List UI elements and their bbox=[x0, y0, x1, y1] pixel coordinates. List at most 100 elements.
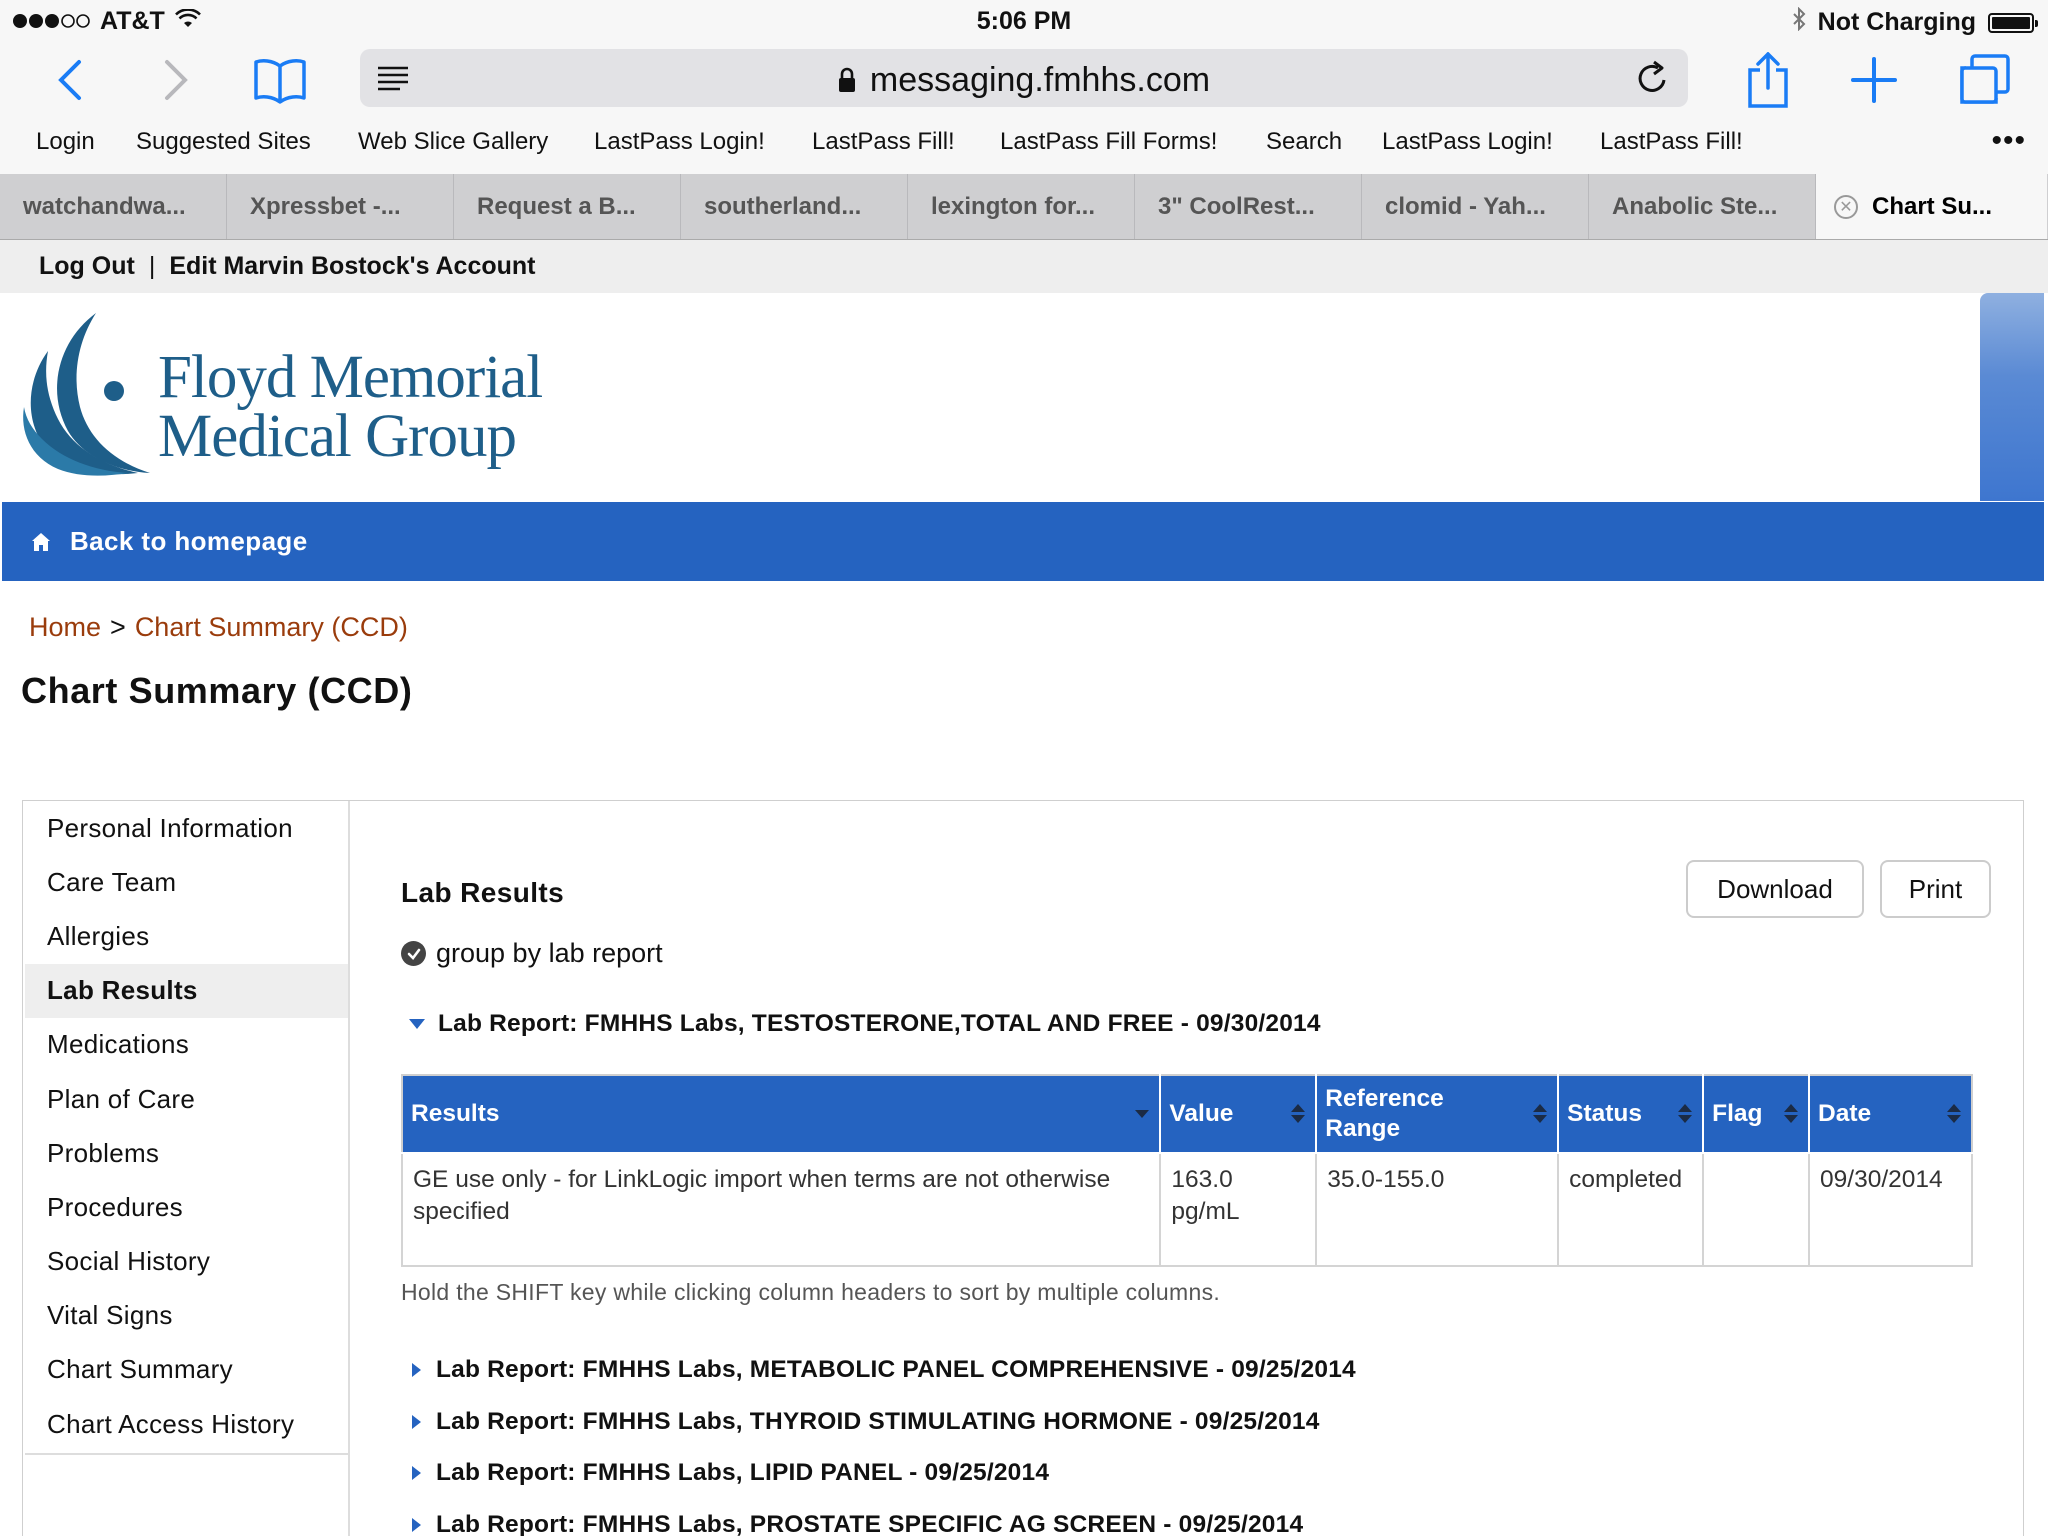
tab-label: 3" CoolRest... bbox=[1158, 192, 1315, 220]
logo-line-1: Floyd Memorial bbox=[158, 344, 543, 411]
back-home-bar[interactable]: Back to homepage bbox=[2, 502, 2044, 581]
collapsed-triangle-icon bbox=[412, 1466, 421, 1480]
tab-label: clomid - Yah... bbox=[1385, 192, 1546, 220]
logo-swoosh-icon[interactable] bbox=[18, 311, 160, 482]
sidebar-item-problems[interactable]: Problems bbox=[25, 1126, 348, 1180]
bookmark-item[interactable]: Suggested Sites bbox=[136, 128, 311, 156]
column-header-label: Reference Range bbox=[1325, 1085, 1444, 1142]
sidebar-item-chart-access-history[interactable]: Chart Access History bbox=[25, 1397, 348, 1451]
status-bar: AT&T 5:06 PM Not Charging bbox=[0, 0, 2048, 42]
tabs-overview-icon[interactable] bbox=[1954, 50, 2014, 110]
download-button[interactable]: Download bbox=[1686, 860, 1864, 918]
lab-results-table: Results Value Reference Range Status Fla… bbox=[400, 1074, 1973, 1267]
bookmark-item[interactable]: LastPass Fill! bbox=[1600, 128, 1743, 156]
sidebar-item-procedures[interactable]: Procedures bbox=[25, 1180, 348, 1234]
sidebar-item-allergies[interactable]: Allergies bbox=[25, 909, 348, 963]
bookmark-item[interactable]: LastPass Login! bbox=[1382, 128, 1553, 156]
column-header-reference-range[interactable]: Reference Range bbox=[1315, 1074, 1560, 1154]
logo-wordmark[interactable]: Floyd Memorial Medical Group bbox=[158, 344, 543, 470]
lab-report-toggle-collapsed[interactable]: Lab Report: FMHHS Labs, LIPID PANEL - 09… bbox=[409, 1459, 1049, 1487]
lab-report-toggle-collapsed[interactable]: Lab Report: FMHHS Labs, PROSTATE SPECIFI… bbox=[409, 1511, 1303, 1536]
group-by-lab-report-checkbox[interactable]: group by lab report bbox=[401, 938, 663, 969]
clock: 5:06 PM bbox=[976, 7, 1072, 35]
browser-tab[interactable]: Request a B... bbox=[454, 174, 681, 239]
address-bar[interactable]: messaging.fmhhs.com bbox=[360, 49, 1688, 107]
lab-report-toggle-expanded[interactable]: Lab Report: FMHHS Labs, TESTOSTERONE,TOT… bbox=[409, 1010, 1321, 1038]
sidebar-item-medications[interactable]: Medications bbox=[25, 1018, 348, 1072]
lab-report-title: Lab Report: FMHHS Labs, TESTOSTERONE,TOT… bbox=[438, 1010, 1321, 1037]
bookmark-item[interactable]: LastPass Fill Forms! bbox=[1000, 128, 1217, 156]
sort-icon bbox=[1533, 1104, 1548, 1123]
cell-reference-range: 35.0-155.0 bbox=[1315, 1152, 1560, 1267]
sidebar-item-plan-of-care[interactable]: Plan of Care bbox=[25, 1072, 348, 1126]
lab-report-toggle-collapsed[interactable]: Lab Report: FMHHS Labs, METABOLIC PANEL … bbox=[409, 1356, 1356, 1384]
table-row: GE use only - for LinkLogic import when … bbox=[400, 1152, 1973, 1267]
sidebar-item-lab-results[interactable]: Lab Results bbox=[25, 963, 348, 1018]
more-bookmarks-icon[interactable]: ••• bbox=[1991, 124, 2026, 158]
new-tab-plus-icon[interactable] bbox=[1844, 50, 1904, 110]
tab-label: watchandwa... bbox=[23, 192, 186, 220]
column-header-date[interactable]: Date bbox=[1808, 1074, 1973, 1154]
browser-tab[interactable]: 3" CoolRest... bbox=[1135, 174, 1362, 239]
lab-report-title: Lab Report: FMHHS Labs, PROSTATE SPECIFI… bbox=[436, 1511, 1304, 1536]
sidebar-item-social-history[interactable]: Social History bbox=[25, 1235, 348, 1289]
sidebar-item-vital-signs[interactable]: Vital Signs bbox=[25, 1289, 348, 1343]
breadcrumb-home-link[interactable]: Home bbox=[29, 612, 101, 642]
bookmark-item[interactable]: LastPass Login! bbox=[594, 128, 765, 156]
sidebar-item-personal-information[interactable]: Personal Information bbox=[25, 801, 348, 855]
bookmarks-book-icon[interactable] bbox=[250, 50, 310, 110]
close-tab-icon[interactable]: ✕ bbox=[1834, 194, 1858, 219]
back-arrow-icon[interactable] bbox=[40, 50, 100, 110]
url-text: messaging.fmhhs.com bbox=[869, 61, 1211, 99]
browser-tab[interactable]: watchandwa... bbox=[0, 174, 227, 239]
sort-hint: Hold the SHIFT key while clicking column… bbox=[401, 1279, 1221, 1305]
sidebar-divider bbox=[348, 1455, 350, 1536]
sort-icon bbox=[1784, 1104, 1799, 1123]
reload-icon[interactable] bbox=[1636, 60, 1670, 101]
bookmark-item[interactable]: Search bbox=[1266, 128, 1342, 156]
bookmark-item[interactable]: Login bbox=[36, 128, 95, 156]
table-header-row: Results Value Reference Range Status Fla… bbox=[400, 1074, 1973, 1154]
column-header-label: Flag bbox=[1712, 1100, 1763, 1127]
browser-tab[interactable]: Anabolic Ste... bbox=[1589, 174, 1816, 239]
cell-result: GE use only - for LinkLogic import when … bbox=[400, 1152, 1162, 1267]
sort-icon bbox=[1678, 1104, 1693, 1123]
share-icon[interactable] bbox=[1738, 50, 1798, 110]
logo-line-2: Medical Group bbox=[158, 403, 517, 470]
column-header-results[interactable]: Results bbox=[400, 1074, 1162, 1154]
column-header-flag[interactable]: Flag bbox=[1702, 1074, 1811, 1154]
logout-link[interactable]: Log Out bbox=[39, 252, 135, 281]
sort-icon bbox=[1291, 1104, 1306, 1123]
browser-tab[interactable]: clomid - Yah... bbox=[1362, 174, 1589, 239]
browser-tab[interactable]: Xpressbet -... bbox=[227, 174, 454, 239]
collapsed-triangle-icon bbox=[412, 1363, 421, 1377]
sidebar-item-chart-summary[interactable]: Chart Summary bbox=[25, 1343, 348, 1397]
browser-tab[interactable]: southerland... bbox=[681, 174, 908, 239]
edit-account-link[interactable]: Edit Marvin Bostock's Account bbox=[169, 252, 535, 281]
header-side-accent bbox=[1980, 293, 2044, 501]
lab-report-title: Lab Report: FMHHS Labs, LIPID PANEL - 09… bbox=[436, 1459, 1050, 1486]
account-bar-separator: | bbox=[148, 252, 156, 280]
breadcrumb-current-link[interactable]: Chart Summary (CCD) bbox=[135, 612, 408, 642]
bookmark-item[interactable]: Web Slice Gallery bbox=[358, 128, 548, 156]
breadcrumb-separator: > bbox=[110, 612, 126, 642]
browser-tab[interactable]: lexington for... bbox=[908, 174, 1135, 239]
checkmark-icon[interactable] bbox=[401, 941, 426, 966]
browser-tab-active[interactable]: ✕ Chart Su... bbox=[1816, 174, 2047, 239]
column-header-value[interactable]: Value bbox=[1159, 1074, 1318, 1154]
column-header-label: Date bbox=[1818, 1100, 1872, 1127]
column-header-status[interactable]: Status bbox=[1557, 1074, 1705, 1154]
back-to-homepage-link[interactable]: Back to homepage bbox=[70, 526, 308, 557]
home-icon bbox=[30, 531, 52, 553]
print-button[interactable]: Print bbox=[1880, 860, 1991, 918]
column-header-label: Value bbox=[1169, 1100, 1234, 1127]
sidebar-item-care-team[interactable]: Care Team bbox=[25, 855, 348, 909]
column-header-label: Results bbox=[411, 1100, 500, 1127]
battery-icon bbox=[1988, 12, 2038, 33]
tab-label: Chart Su... bbox=[1872, 192, 1993, 220]
forward-arrow-icon[interactable] bbox=[146, 50, 206, 110]
bookmark-item[interactable]: LastPass Fill! bbox=[812, 128, 955, 156]
site-header: Floyd Memorial Medical Group bbox=[0, 293, 2048, 501]
lab-report-toggle-collapsed[interactable]: Lab Report: FMHHS Labs, THYROID STIMULAT… bbox=[409, 1408, 1320, 1436]
tab-strip: watchandwa... Xpressbet -... Request a B… bbox=[0, 174, 2048, 239]
